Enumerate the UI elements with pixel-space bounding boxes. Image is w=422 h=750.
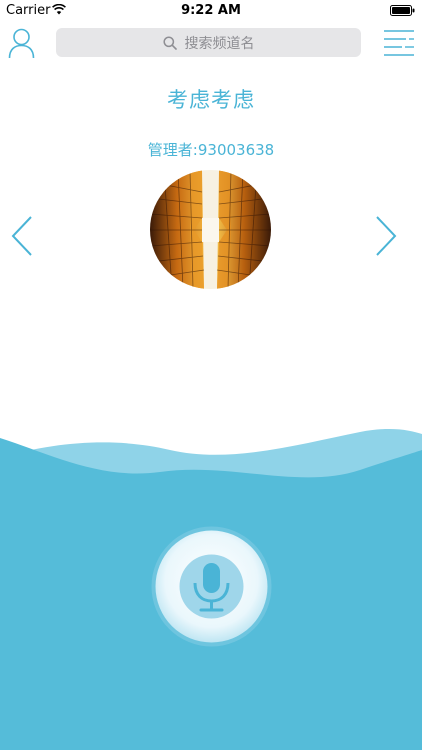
channel-title: 考虑考虑 bbox=[167, 88, 255, 112]
nav-bar: 搜索频道名 bbox=[0, 22, 422, 66]
search-bar[interactable]: 搜索频道名 bbox=[56, 28, 361, 57]
status-time: 9:22 AM bbox=[181, 3, 241, 18]
battery-icon bbox=[390, 5, 415, 16]
channel-cover-image bbox=[150, 170, 271, 289]
chevron-left-icon[interactable] bbox=[10, 215, 34, 257]
user-icon[interactable] bbox=[8, 27, 35, 59]
search-placeholder: 搜索频道名 bbox=[184, 35, 255, 52]
manager-id: 管理者:93003638 bbox=[147, 141, 275, 159]
microphone-icon bbox=[151, 526, 272, 647]
search-icon bbox=[162, 35, 177, 50]
search-inner: 搜索频道名 bbox=[56, 28, 361, 57]
chevron-right-icon[interactable] bbox=[374, 215, 398, 257]
menu-icon[interactable] bbox=[384, 30, 414, 56]
status-bar: Carrier 9:22 AM bbox=[0, 0, 422, 22]
record-button[interactable] bbox=[150, 525, 273, 648]
